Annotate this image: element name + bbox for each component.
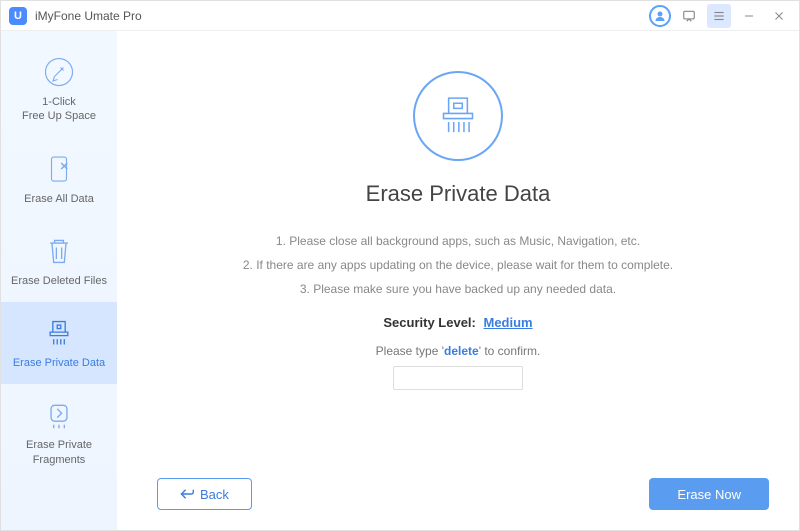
app-logo-icon: U [9,7,27,25]
trash-icon [42,234,76,268]
confirm-suffix: ' to confirm. [479,344,541,358]
app-fragments-icon [42,398,76,432]
close-button[interactable] [767,4,791,28]
security-level-value[interactable]: Medium [484,315,533,330]
back-button-label: Back [200,487,229,502]
main-panel: Erase Private Data 1. Please close all b… [117,31,799,530]
phone-erase-icon [42,152,76,186]
confirm-keyword: delete [444,344,479,358]
sidebar-item-label: Erase Deleted Files [11,274,107,288]
confirm-prefix: Please type ' [376,344,444,358]
footer: Back Erase Now [117,478,799,510]
back-button[interactable]: Back [157,478,252,510]
shredder-icon [42,316,76,350]
user-avatar-icon[interactable] [649,5,671,27]
sidebar-item-free-up-space[interactable]: 1-Click Free Up Space [1,41,117,138]
erase-private-hero-icon [413,71,503,161]
sidebar-item-erase-deleted[interactable]: Erase Deleted Files [1,220,117,302]
security-level-row: Security Level: Medium [383,315,532,330]
confirm-instruction: Please type 'delete' to confirm. [376,344,541,358]
menu-icon[interactable] [707,4,731,28]
instruction-line: 2. If there are any apps updating on the… [243,253,673,277]
sidebar-item-label: Erase Private Fragments [26,438,92,467]
sidebar-item-erase-fragments[interactable]: Erase Private Fragments [1,384,117,481]
minimize-button[interactable] [737,4,761,28]
sidebar: 1-Click Free Up Space Erase All Data Era… [1,31,117,530]
back-arrow-icon [180,488,194,500]
app-title: iMyFone Umate Pro [35,9,142,23]
confirm-input[interactable] [393,366,523,390]
instruction-line: 3. Please make sure you have backed up a… [243,277,673,301]
sidebar-item-erase-private[interactable]: Erase Private Data [1,302,117,384]
feedback-icon[interactable] [677,4,701,28]
instructions: 1. Please close all background apps, suc… [243,229,673,301]
erase-now-label: Erase Now [677,487,741,502]
security-level-label: Security Level: [383,315,476,330]
titlebar: U iMyFone Umate Pro [1,1,799,31]
page-title: Erase Private Data [366,181,551,207]
sidebar-item-erase-all[interactable]: Erase All Data [1,138,117,220]
erase-now-button[interactable]: Erase Now [649,478,769,510]
sidebar-item-label: Erase Private Data [13,356,105,370]
sidebar-item-label: Erase All Data [24,192,94,206]
instruction-line: 1. Please close all background apps, suc… [243,229,673,253]
broom-icon [42,55,76,89]
sidebar-item-label: 1-Click Free Up Space [22,95,96,124]
